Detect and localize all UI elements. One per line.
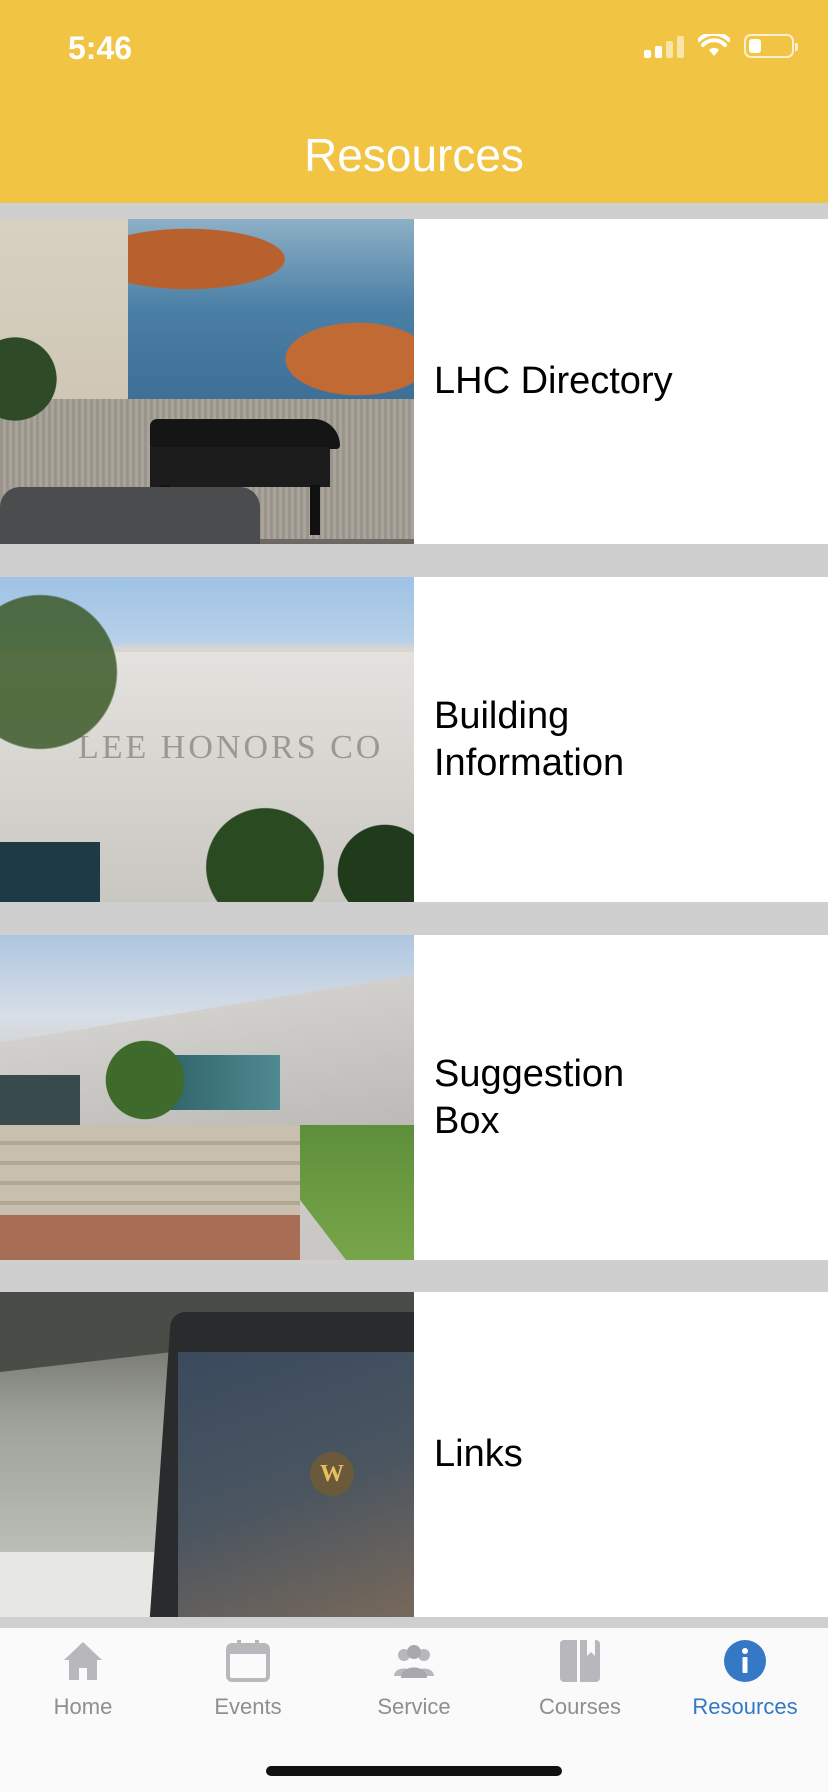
people-icon [394,1645,434,1678]
tab-label: Home [53,1694,113,1719]
tab-courses[interactable]: Courses [497,1638,663,1738]
resource-row-links[interactable]: W Links [0,1292,828,1617]
page-title: Resources [304,129,524,181]
tab-label: Courses [539,1694,621,1719]
resource-row-label: LHC Directory [434,360,673,402]
battery-icon [744,34,798,58]
tab-home[interactable]: Home [0,1638,166,1738]
calendar-icon [226,1640,270,1682]
laptop-photo: W [0,1292,414,1617]
tab-resources[interactable]: Resources [662,1638,828,1738]
tab-events[interactable]: Events [165,1638,331,1738]
resource-row-label: Building Information [434,694,625,784]
piano-lounge-photo [0,219,414,544]
home-indicator[interactable] [266,1766,562,1776]
status-icons [644,34,798,58]
status-time: 5:46 [68,30,133,66]
building-sign-photo: LEE HONORS CO [0,577,414,902]
resource-row-suggestion-box[interactable]: Suggestion Box [0,935,828,1260]
resource-row-label: Suggestion Box [434,1052,625,1142]
resource-row-lhc-directory[interactable]: LHC Directory [0,219,828,544]
tab-service[interactable]: Service [331,1638,497,1738]
book-icon [560,1640,600,1682]
tab-label: Resources [692,1694,798,1719]
laptop-logo-text: W [310,1452,354,1496]
tab-label: Events [214,1694,282,1719]
home-icon [64,1642,102,1680]
resource-row-building-information[interactable]: LEE HONORS CO Building Information [0,577,828,902]
cellular-signal-icon [644,34,684,58]
info-icon [724,1640,766,1682]
resource-row-label: Links [434,1433,523,1475]
wifi-icon [698,34,730,56]
building-exterior-photo [0,935,414,1260]
app-header: 5:46 Resources [0,0,828,203]
tab-label: Service [377,1694,451,1719]
